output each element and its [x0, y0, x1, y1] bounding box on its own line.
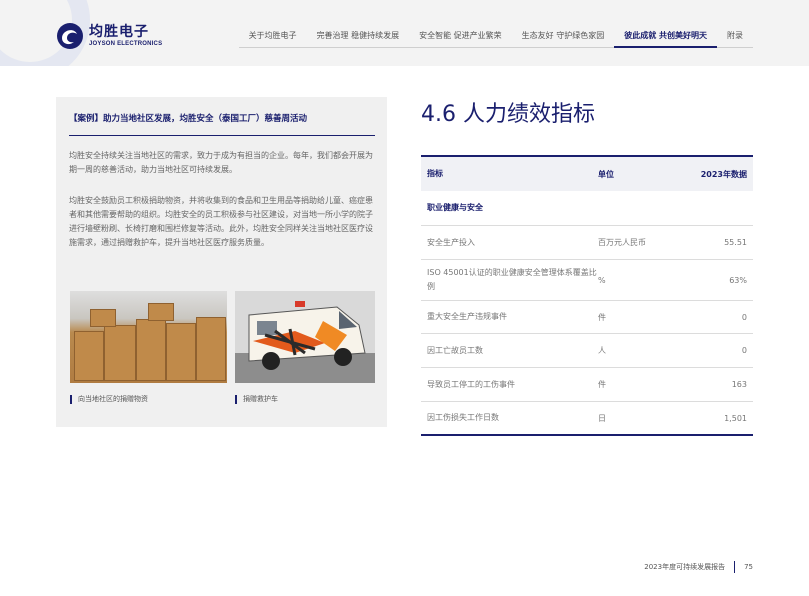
section-title: 4.6 人力绩效指标	[421, 102, 595, 127]
logo-swirl-icon	[57, 23, 83, 49]
row-indicator: 安全生产投入	[427, 237, 475, 247]
ambulance-illustration-icon	[235, 291, 375, 383]
company-logo[interactable]: 均胜电子 JOYSON ELECTRONICS	[56, 22, 162, 50]
report-name: 2023年度可持续发展报告	[644, 563, 726, 571]
table-row: 因工亡故员工数 人 0	[421, 333, 753, 367]
supplies-photo-caption: 向当地社区的捐赠物资	[70, 395, 148, 404]
table-category-row: 职业健康与安全	[421, 191, 753, 225]
case-divider	[69, 135, 375, 136]
case-paragraph-1: 均胜安全持续关注当地社区的需求，致力于成为有担当的企业。每年，我们都会开展为期一…	[69, 151, 373, 174]
row-unit: %	[598, 275, 606, 285]
case-title: 【案例】助力当地社区发展，均胜安全（泰国工厂）慈善周活动	[69, 114, 308, 124]
row-value: 163	[731, 380, 747, 389]
table-row: 重大安全生产违规事件 件 0	[421, 300, 753, 333]
case-paragraph-2: 均胜安全鼓励员工积极捐助物资，并将收集到的食品和卫生用品等捐助给儿童、癌症患者和…	[69, 196, 373, 247]
row-value: 0	[741, 346, 747, 355]
page-footer: 2023年度可持续发展报告 75	[644, 561, 753, 573]
row-unit: 件	[598, 312, 606, 322]
table-row: 安全生产投入 百万元人民币 55.51	[421, 225, 753, 259]
row-unit: 人	[598, 346, 606, 355]
nav-item-safety-intelligence[interactable]: 安全智能 促进产业繁荣	[409, 30, 512, 48]
nav-item-about[interactable]: 关于均胜电子	[238, 30, 307, 48]
table-header-row: 指标 单位 2023年数据	[421, 157, 753, 191]
nav-item-appendix[interactable]: 附录	[717, 30, 753, 48]
logo-english-name: JOYSON ELECTRONICS	[89, 41, 163, 47]
row-indicator: ISO 45001认证的职业健康安全管理体系覆盖比例	[427, 268, 597, 291]
ambulance-photo-caption: 捐赠救护车	[235, 395, 278, 404]
logo-chinese-name: 均胜电子	[89, 24, 149, 40]
row-indicator: 导致员工停工的工伤事件	[427, 379, 515, 389]
table-row: ISO 45001认证的职业健康安全管理体系覆盖比例 % 63%	[421, 259, 753, 300]
category-label: 职业健康与安全	[427, 203, 483, 212]
row-value: 1,501	[724, 413, 747, 423]
row-value: 55.51	[724, 238, 747, 247]
row-value: 0	[741, 312, 747, 322]
page-header: 均胜电子 JOYSON ELECTRONICS 关于均胜电子 完善治理 稳健持续…	[0, 0, 809, 66]
row-unit: 百万元人民币	[598, 238, 646, 247]
footer-divider	[734, 561, 736, 573]
nav-item-eco-friendly[interactable]: 生态友好 守护绿色家园	[511, 30, 615, 48]
row-indicator: 因工伤损失工作日数	[427, 413, 499, 422]
table-row: 因工伤损失工作日数 日 1,501	[421, 401, 753, 434]
page-number: 75	[744, 563, 753, 571]
row-unit: 件	[598, 380, 606, 389]
header-unit: 单位	[598, 169, 614, 179]
row-indicator: 重大安全生产违规事件	[427, 312, 507, 321]
donated-supplies-photo	[70, 291, 227, 383]
nav-item-mutual-success[interactable]: 彼此成就 共创美好明天	[614, 30, 717, 48]
row-unit: 日	[598, 413, 606, 423]
row-indicator: 因工亡故员工数	[427, 345, 483, 355]
case-study-panel: 【案例】助力当地社区发展，均胜安全（泰国工厂）慈善周活动 均胜安全持续关注当地社…	[56, 97, 387, 427]
header-2023-data: 2023年数据	[700, 169, 747, 179]
nav-item-governance[interactable]: 完善治理 稳健持续发展	[306, 30, 410, 48]
table-row: 导致员工停工的工伤事件 件 163	[421, 367, 753, 401]
row-value: 63%	[729, 275, 747, 285]
ambulance-photo	[235, 291, 375, 383]
header-indicator: 指标	[427, 169, 443, 178]
chapter-nav: 关于均胜电子 完善治理 稳健持续发展 安全智能 促进产业繁荣 生态友好 守护绿色…	[238, 30, 753, 48]
hr-performance-table: 指标 单位 2023年数据 职业健康与安全 安全生产投入 百万元人民币 55.5…	[421, 155, 753, 436]
